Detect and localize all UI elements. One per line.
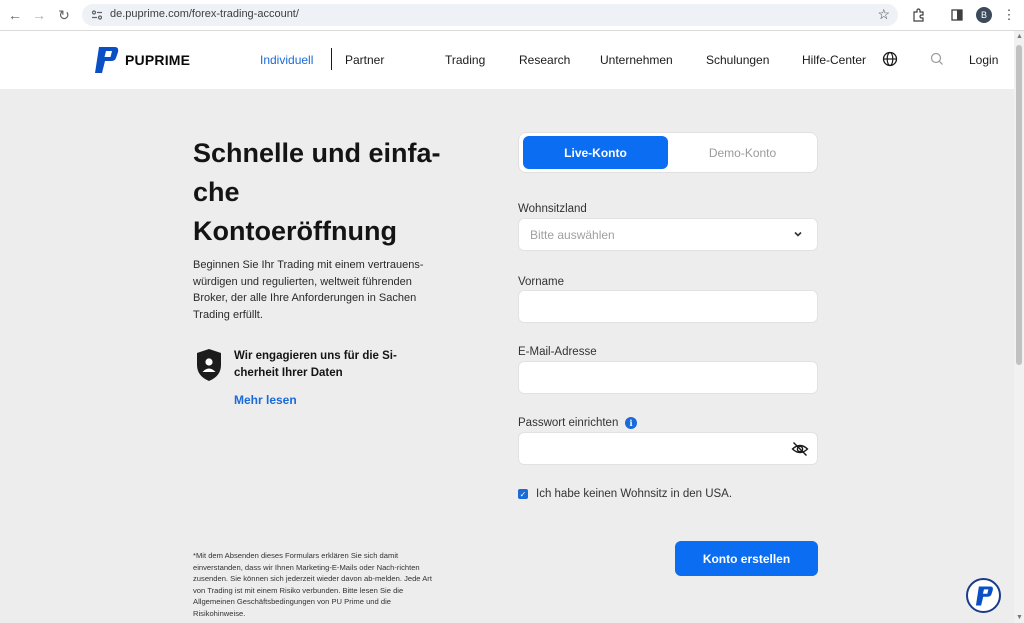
star-icon[interactable]: ☆	[877, 6, 890, 23]
nav-company[interactable]: Unternehmen	[600, 53, 673, 67]
tab-demo-account[interactable]: Demo-Konto	[670, 136, 815, 169]
back-icon[interactable]: ←	[6, 6, 24, 24]
site-header: PUPRIME Individuell Partner Trading Rese…	[0, 31, 1014, 89]
password-label: Passwort einrichten	[518, 417, 619, 429]
chevron-down-icon	[794, 231, 802, 237]
search-icon[interactable]	[928, 50, 946, 68]
firstname-label: Vorname	[518, 276, 565, 288]
shield-user-icon	[197, 349, 221, 381]
page-title: Schnelle und einfa- che Kontoeröffnung	[193, 134, 463, 251]
page-scrollbar[interactable]: ▲ ▼	[1014, 31, 1024, 623]
reload-icon[interactable]: ↻	[55, 6, 73, 24]
nav-training[interactable]: Schulungen	[706, 53, 769, 67]
hero-description: Beginnen Sie Ihr Trading mit einem vertr…	[193, 259, 424, 321]
nav-divider	[331, 48, 332, 70]
forward-icon[interactable]: →	[30, 6, 48, 24]
scroll-down-icon[interactable]: ▼	[1016, 614, 1023, 621]
sidepanel-icon[interactable]	[948, 6, 966, 24]
country-placeholder: Bitte auswählen	[530, 228, 615, 242]
us-residency-checkbox[interactable]: ✓	[518, 489, 528, 499]
info-icon[interactable]: i	[625, 417, 637, 429]
brand-logo[interactable]: PUPRIME	[93, 45, 190, 75]
browser-toolbar: ← → ↻ de.puprime.com/forex-trading-accou…	[0, 0, 1024, 31]
chat-logo-icon	[975, 585, 993, 606]
address-bar[interactable]: de.puprime.com/forex-trading-account/ ☆	[82, 4, 898, 26]
password-field[interactable]	[518, 432, 818, 465]
scroll-thumb[interactable]	[1016, 45, 1022, 365]
create-account-button[interactable]: Konto erstellen	[675, 541, 818, 576]
menu-icon[interactable]: ⋮	[1000, 6, 1018, 24]
email-label: E-Mail-Adresse	[518, 346, 597, 358]
nav-help-center[interactable]: Hilfe-Center	[802, 53, 866, 67]
read-more-link[interactable]: Mehr lesen	[234, 393, 297, 407]
site-info-icon[interactable]	[90, 8, 104, 22]
email-field[interactable]	[518, 361, 818, 394]
security-notice: Wir engagieren uns für die Si-cherheit I…	[196, 348, 426, 388]
firstname-field[interactable]	[518, 290, 818, 323]
nav-trading[interactable]: Trading	[445, 53, 485, 67]
brand-name: PUPRIME	[125, 52, 191, 68]
title-line-2: che	[193, 177, 240, 207]
nav-individual[interactable]: Individuell	[260, 53, 313, 67]
security-text: Wir engagieren uns für die Si-cherheit I…	[234, 350, 397, 379]
account-type-toggle: Live-Konto Demo-Konto	[518, 132, 818, 173]
url-text: de.puprime.com/forex-trading-account/	[110, 8, 299, 20]
title-line-3: Kontoeröffnung	[193, 216, 397, 246]
login-link[interactable]: Login	[969, 53, 998, 67]
globe-icon[interactable]	[881, 50, 899, 68]
disclaimer-text: *Mit dem Absenden dieses Formulars erklä…	[193, 551, 432, 618]
nav-research[interactable]: Research	[519, 53, 570, 67]
country-select[interactable]: Bitte auswählen	[518, 218, 818, 251]
us-residency-label[interactable]: Ich habe keinen Wohnsitz in den USA.	[536, 488, 732, 500]
tab-live-account[interactable]: Live-Konto	[523, 136, 668, 169]
nav-partner[interactable]: Partner	[345, 53, 384, 67]
scroll-up-icon[interactable]: ▲	[1016, 33, 1023, 40]
title-line-1: Schnelle und einfa-	[193, 138, 441, 168]
chat-widget-button[interactable]	[966, 578, 1001, 613]
brand-logo-icon	[95, 47, 119, 73]
extensions-icon[interactable]	[910, 6, 928, 24]
profile-avatar[interactable]: B	[976, 7, 992, 23]
eye-off-icon[interactable]	[791, 440, 809, 458]
country-label: Wohnsitzland	[518, 203, 587, 215]
